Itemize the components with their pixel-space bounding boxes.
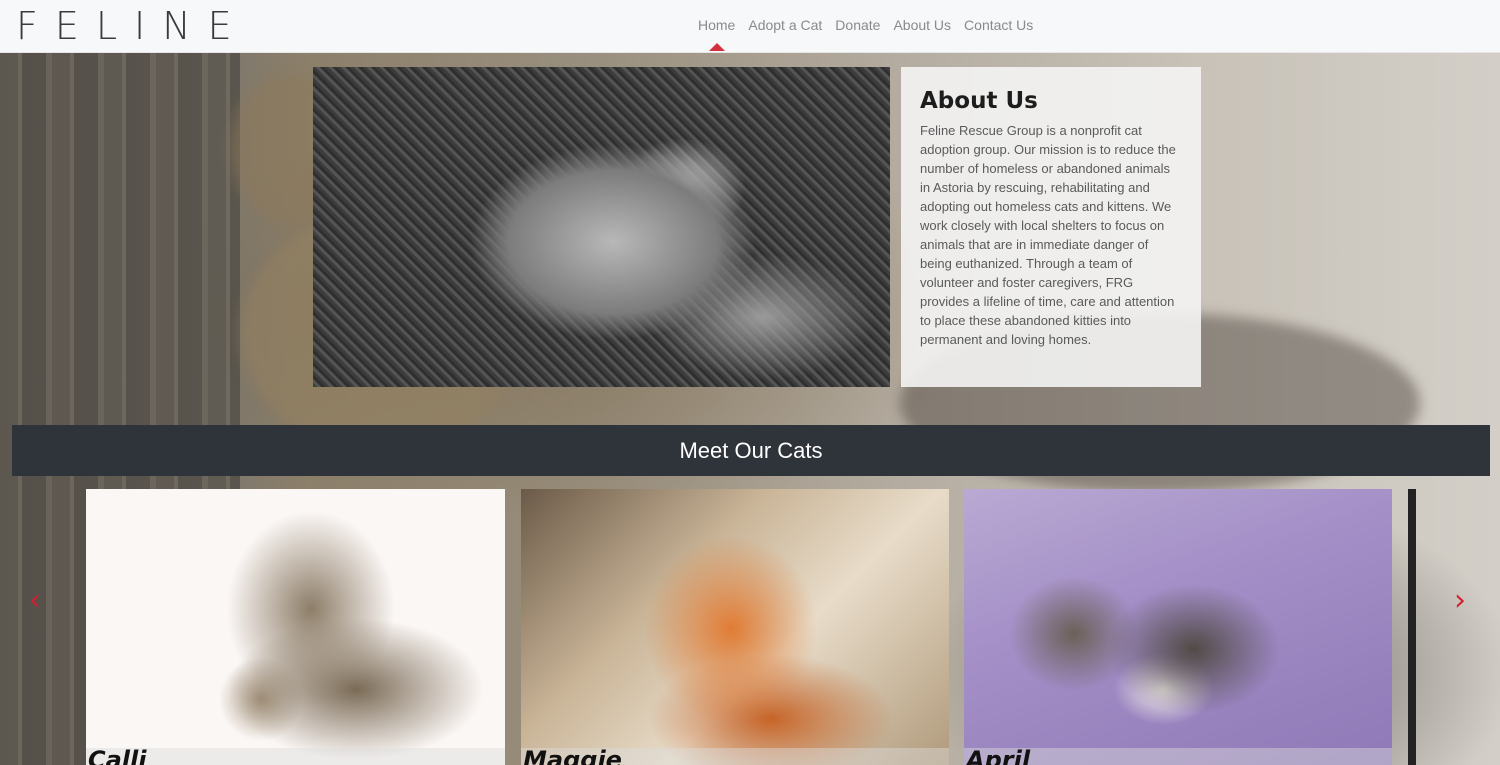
site-logo[interactable]: FELINE xyxy=(16,4,249,48)
nav-donate[interactable]: Donate xyxy=(835,0,880,53)
chevron-left-icon[interactable]: ‹ xyxy=(29,586,41,616)
cat-card-maggie[interactable]: Maggie xyxy=(521,489,949,765)
cat-name-calli: Calli xyxy=(88,746,147,765)
about-us-card: About Us Feline Rescue Group is a nonpro… xyxy=(901,67,1201,387)
about-photo-sleeping-cat xyxy=(313,67,890,387)
about-us-title: About Us xyxy=(920,88,1038,114)
cat-photo-maggie xyxy=(521,489,949,765)
chevron-right-icon[interactable]: › xyxy=(1454,586,1466,616)
cat-photo-april xyxy=(964,489,1392,765)
cat-name-april: April xyxy=(966,746,1031,765)
nav-home[interactable]: Home xyxy=(698,0,735,53)
cat-card-april[interactable]: April xyxy=(964,489,1392,765)
cats-carousel: Calli Maggie April ‹ › xyxy=(0,476,1500,765)
nav-adopt-a-cat[interactable]: Adopt a Cat xyxy=(748,0,822,53)
cat-card-partial[interactable] xyxy=(1408,489,1416,765)
cat-card-calli[interactable]: Calli xyxy=(86,489,505,765)
nav-about-us[interactable]: About Us xyxy=(893,0,951,53)
top-navbar: FELINE Home Adopt a Cat Donate About Us … xyxy=(0,0,1500,53)
nav-contact-us[interactable]: Contact Us xyxy=(964,0,1033,53)
meet-our-cats-heading: Meet Our Cats xyxy=(679,438,823,463)
cat-name-band xyxy=(86,748,505,765)
main-nav: Home Adopt a Cat Donate About Us Contact… xyxy=(698,0,1046,53)
about-us-text: Feline Rescue Group is a nonprofit cat a… xyxy=(920,123,1176,347)
cat-photo-calli xyxy=(86,489,505,765)
cat-name-maggie: Maggie xyxy=(523,746,622,765)
meet-our-cats-bar: Meet Our Cats xyxy=(12,425,1490,476)
